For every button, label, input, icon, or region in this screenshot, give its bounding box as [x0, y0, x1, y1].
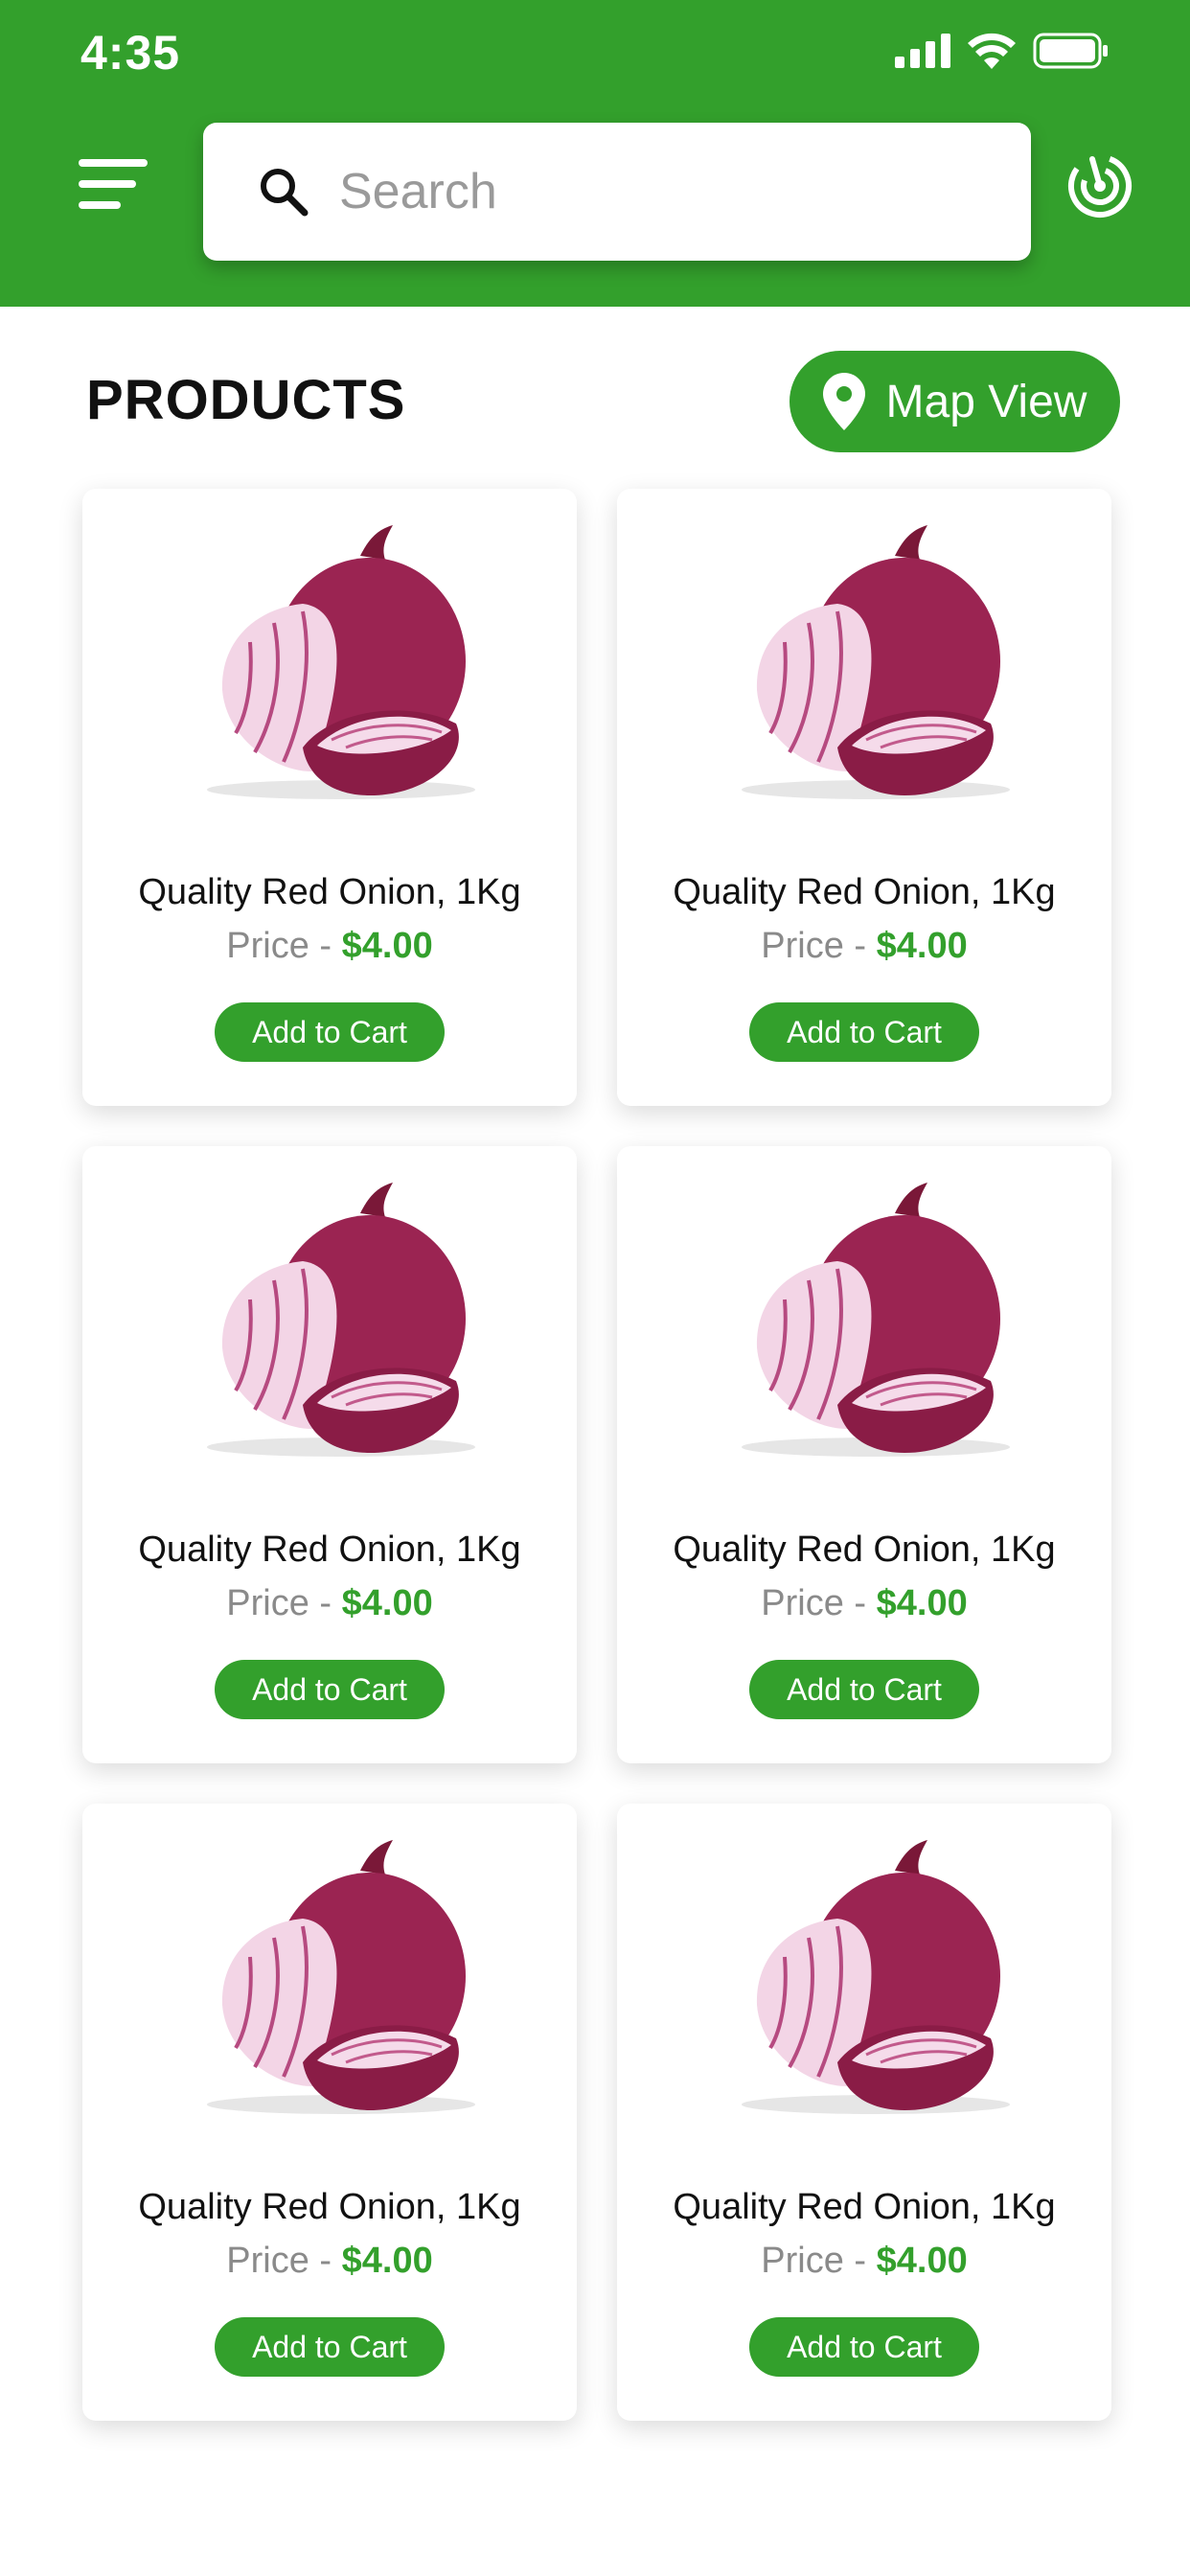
app-header: 4:35	[0, 0, 1190, 307]
map-pin-icon	[822, 373, 865, 430]
search-input[interactable]	[339, 151, 991, 232]
price-label: Price -	[761, 926, 877, 966]
price-value: $4.00	[341, 1583, 433, 1623]
price-label: Price -	[226, 2241, 342, 2281]
status-time: 4:35	[80, 26, 181, 80]
price-value: $4.00	[876, 926, 968, 966]
product-price-row: Price - $4.00	[82, 2241, 577, 2282]
signal-icon	[895, 34, 950, 68]
red-onion-image	[742, 1840, 1010, 2114]
add-to-cart-button[interactable]: Add to Cart	[215, 1660, 445, 1719]
product-card[interactable]: Quality Red Onion, 1Kg Price - $4.00 Add…	[617, 489, 1111, 1106]
product-card[interactable]: Quality Red Onion, 1Kg Price - $4.00 Add…	[82, 1146, 577, 1763]
price-label: Price -	[226, 926, 342, 966]
map-view-label: Map View	[885, 376, 1087, 427]
add-to-cart-button[interactable]: Add to Cart	[215, 2317, 445, 2377]
page-title: PRODUCTS	[86, 369, 406, 431]
product-name: Quality Red Onion, 1Kg	[138, 2187, 521, 2227]
product-price-row: Price - $4.00	[617, 1583, 1111, 1624]
product-name: Quality Red Onion, 1Kg	[138, 872, 521, 912]
price-label: Price -	[761, 2241, 877, 2281]
add-to-cart-button[interactable]: Add to Cart	[749, 2317, 979, 2377]
product-card[interactable]: Quality Red Onion, 1Kg Price - $4.00 Add…	[617, 1146, 1111, 1763]
red-onion-image	[207, 1183, 475, 1457]
price-value: $4.00	[876, 1583, 968, 1623]
product-grid: Quality Red Onion, 1Kg Price - $4.00 Add…	[82, 489, 1111, 2421]
battery-icon	[1033, 33, 1108, 69]
map-view-button[interactable]: Map View	[790, 351, 1120, 452]
red-onion-image	[207, 1840, 475, 2114]
product-price-row: Price - $4.00	[82, 926, 577, 967]
status-icons	[895, 33, 1110, 69]
price-value: $4.00	[341, 926, 433, 966]
red-onion-image	[742, 525, 1010, 799]
product-name: Quality Red Onion, 1Kg	[673, 2187, 1056, 2227]
product-card[interactable]: Quality Red Onion, 1Kg Price - $4.00 Add…	[82, 489, 577, 1106]
red-onion-image	[207, 525, 475, 799]
search-icon	[261, 169, 309, 217]
menu-button[interactable]	[79, 159, 148, 209]
add-to-cart-button[interactable]: Add to Cart	[215, 1002, 445, 1062]
price-label: Price -	[761, 1583, 877, 1623]
product-card[interactable]: Quality Red Onion, 1Kg Price - $4.00 Add…	[82, 1804, 577, 2421]
wifi-icon	[968, 33, 1016, 69]
red-onion-image	[742, 1183, 1010, 1457]
add-to-cart-button[interactable]: Add to Cart	[749, 1660, 979, 1719]
product-name: Quality Red Onion, 1Kg	[673, 1530, 1056, 1570]
price-label: Price -	[226, 1583, 342, 1623]
product-card[interactable]: Quality Red Onion, 1Kg Price - $4.00 Add…	[617, 1804, 1111, 2421]
search-bar[interactable]	[203, 123, 1031, 261]
product-price-row: Price - $4.00	[82, 1583, 577, 1624]
product-name: Quality Red Onion, 1Kg	[138, 1530, 521, 1570]
price-value: $4.00	[876, 2241, 968, 2281]
add-to-cart-button[interactable]: Add to Cart	[749, 1002, 979, 1062]
product-name: Quality Red Onion, 1Kg	[673, 872, 1056, 912]
price-value: $4.00	[341, 2241, 433, 2281]
menu-lines-icon	[79, 159, 148, 167]
product-price-row: Price - $4.00	[617, 926, 1111, 967]
radar-locate-icon[interactable]	[1065, 151, 1134, 220]
product-price-row: Price - $4.00	[617, 2241, 1111, 2282]
